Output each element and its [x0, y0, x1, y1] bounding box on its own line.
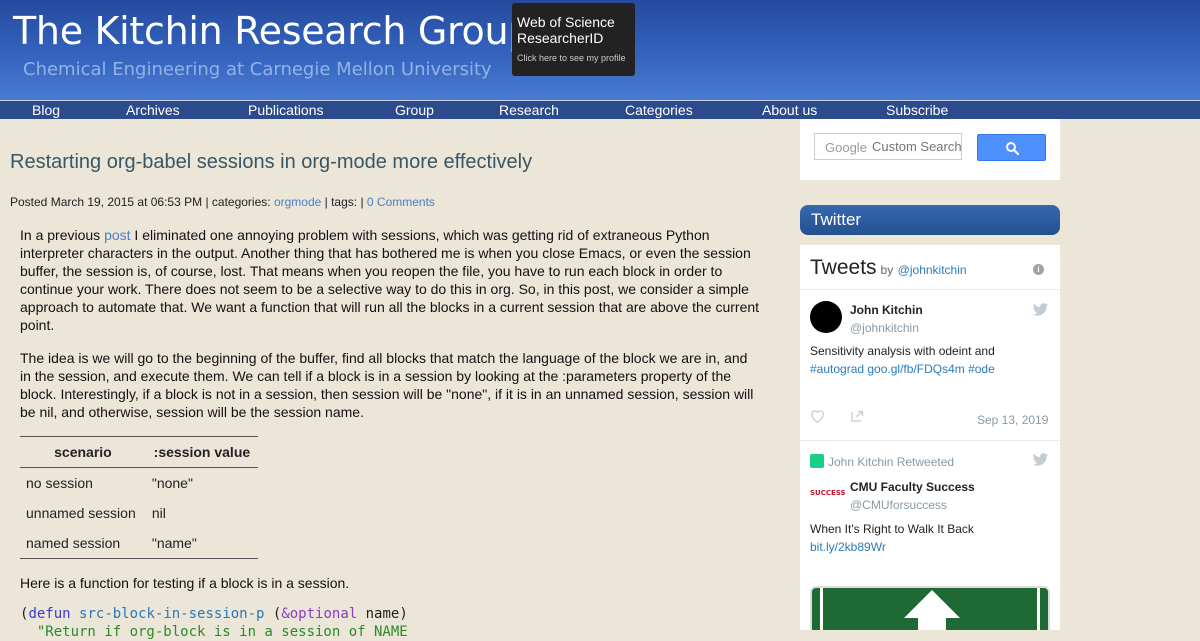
tweet-author-name[interactable]: John Kitchin [850, 303, 923, 317]
tweet-author-handle[interactable]: @CMUforsuccess [850, 498, 947, 512]
tweet-author-handle[interactable]: @johnkitchin [850, 321, 919, 335]
timeline-handle-link[interactable]: @johnkitchin [898, 263, 967, 277]
tags-label: | tags: | [321, 195, 367, 209]
divider [800, 289, 1060, 290]
nav-subscribe[interactable]: Subscribe [886, 101, 948, 120]
table-row: named session "name" [20, 528, 258, 559]
code-optional-keyword: &optional [281, 606, 358, 622]
nav-group[interactable]: Group [395, 101, 434, 120]
site-header: The Kitchin Research Group Chemical Engi… [0, 0, 1200, 100]
category-link-orgmode[interactable]: orgmode [274, 195, 321, 209]
post-date: Posted March 19, 2015 at 06:53 PM | cate… [10, 195, 274, 209]
table-cell: unnamed session [26, 505, 136, 521]
nav-about-us[interactable]: About us [762, 101, 817, 120]
post-paragraph-3: Here is a function for testing if a bloc… [20, 575, 350, 591]
p1-text-start: In a previous [20, 227, 105, 243]
code-block: (defun src-block-in-session-p (&optional… [20, 605, 408, 641]
avatar[interactable]: SUCCESS [810, 483, 846, 503]
retweeted-label: John Kitchin Retweeted [828, 455, 955, 469]
twitter-bird-icon[interactable] [1032, 453, 1049, 467]
table-row: no session "none" [20, 468, 258, 499]
divider [800, 440, 1060, 441]
code-docstring: "Return if org-block is in a session of … [20, 624, 408, 640]
timeline-header: Tweets by @johnkitchin [810, 256, 967, 280]
search-input[interactable] [814, 133, 962, 160]
badge-line-2: ResearcherID [517, 30, 604, 46]
post-meta: Posted March 19, 2015 at 06:53 PM | cate… [10, 194, 435, 210]
exit-sign-image [820, 588, 1040, 630]
main-nav: Blog Archives Publications Group Researc… [0, 100, 1200, 119]
code-paren: ( [264, 606, 282, 622]
nav-blog[interactable]: Blog [32, 101, 60, 120]
p1-text-end: I eliminated one annoying problem with s… [20, 227, 760, 333]
researcherid-badge[interactable]: Web of Science ResearcherID Click here t… [512, 3, 635, 76]
table-row: unnamed session nil [20, 498, 258, 528]
tweet-link[interactable]: bit.ly/2kb89Wr [810, 540, 886, 554]
post-paragraph-1: In a previous post I eliminated one anno… [20, 226, 762, 334]
badge-line-1: Web of Science [517, 14, 615, 30]
search-widget: Google [800, 119, 1060, 180]
table-cell: nil [151, 505, 166, 521]
tweet-text: Sensitivity analysis with odeint and #au… [810, 342, 1050, 378]
twitter-bird-icon[interactable] [1032, 303, 1049, 317]
tweet-date[interactable]: Sep 13, 2019 [977, 413, 1048, 427]
avatar[interactable] [810, 301, 842, 333]
timeline-by: by [880, 263, 894, 277]
tweet-text: When It's Right to Walk It Back bit.ly/2… [810, 520, 1050, 556]
comments-link[interactable]: 0 Comments [367, 195, 435, 209]
table-cell: "none" [151, 475, 193, 491]
code-function-name: src-block-in-session-p [79, 606, 265, 622]
table-cell: named session [26, 535, 121, 551]
search-icon [1006, 142, 1020, 156]
nav-publications[interactable]: Publications [248, 101, 324, 120]
tweet-author-name[interactable]: CMU Faculty Success [850, 480, 975, 494]
post-title[interactable]: Restarting org-babel sessions in org-mod… [10, 149, 532, 175]
share-icon[interactable] [850, 409, 865, 423]
twitter-timeline: Tweets by @johnkitchin i John Kitchin @jo… [800, 245, 1060, 630]
heart-icon[interactable] [810, 409, 825, 423]
post-paragraph-2: The idea is we will go to the beginning … [20, 350, 754, 420]
badge-profile-link[interactable]: Click here to see my profile [517, 53, 630, 64]
tweet-hashtags-link[interactable]: #autograd goo.gl/fb/FDQs4m #ode [810, 362, 995, 376]
table-header-session-value: :session value [145, 436, 258, 468]
timeline-title: Tweets [810, 256, 877, 279]
session-table: scenario :session value no session "none… [20, 436, 258, 559]
tweet-text-line: Sensitivity analysis with odeint and [810, 344, 995, 358]
tweet-text-line: When It's Right to Walk It Back [810, 522, 974, 536]
nav-archives[interactable]: Archives [126, 101, 180, 120]
nav-categories[interactable]: Categories [625, 101, 693, 120]
retweet-icon [810, 454, 824, 468]
table-header-row: scenario :session value [20, 436, 258, 468]
table-cell: "name" [151, 535, 197, 551]
table-cell: no session [26, 475, 93, 491]
site-subtitle: Chemical Engineering at Carnegie Mellon … [23, 59, 492, 80]
table-header-scenario: scenario [20, 436, 146, 468]
nav-research[interactable]: Research [499, 101, 559, 120]
twitter-section-header: Twitter [800, 205, 1060, 235]
site-title[interactable]: The Kitchin Research Group [13, 8, 532, 54]
previous-post-link[interactable]: post [104, 227, 130, 243]
info-icon[interactable]: i [1033, 264, 1044, 275]
search-button[interactable] [977, 134, 1046, 161]
code-args: name) [357, 606, 408, 622]
code-keyword-defun: defun [28, 606, 71, 622]
tweet-media-image[interactable] [810, 586, 1050, 630]
